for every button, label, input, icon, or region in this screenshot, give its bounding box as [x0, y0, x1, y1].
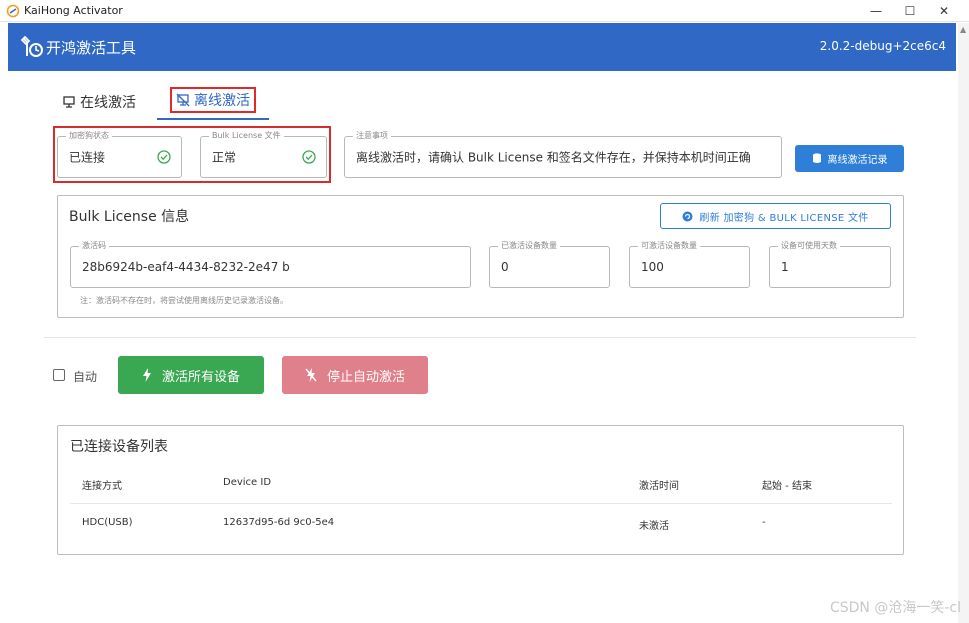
window-titlebar: KaiHong Activator — ☐ ✕ — [0, 0, 969, 22]
cell-device-id: 12637d95-6d 9c0-5e4 — [223, 517, 335, 528]
column-header-start-end: 起始 - 结束 — [762, 481, 812, 492]
cell-activation-time: 未激活 — [639, 521, 669, 532]
license-file-legend: Bulk License 文件 — [209, 130, 284, 141]
column-header-device-id: Device ID — [223, 477, 272, 488]
refresh-license-button[interactable]: 刷新 加密狗 & BULK LICENSE 文件 — [660, 203, 891, 229]
license-file-value: 正常 — [212, 150, 237, 165]
tab-offline-label: 离线激活 — [194, 93, 250, 109]
activated-count-field[interactable]: 已激活设备数量 0 — [489, 240, 610, 288]
activate-all-label: 激活所有设备 — [161, 369, 240, 385]
scroll-up-arrow-icon[interactable]: ▲ — [960, 25, 966, 34]
monitor-off-icon — [176, 93, 190, 107]
section-divider — [44, 337, 916, 338]
dongle-status-value: 已连接 — [69, 150, 106, 165]
version-label: 2.0.2-debug+2ce6c4 — [819, 39, 946, 53]
watermark-text: CSDN @沧海一笑-cl — [829, 600, 961, 616]
device-list-card: 已连接设备列表 连接方式 Device ID 激活时间 起始 - 结束 HDC(… — [57, 425, 904, 555]
activation-code-legend: 激活码 — [79, 240, 109, 251]
cell-start-end: - — [762, 517, 766, 528]
column-header-connection: 连接方式 — [82, 481, 122, 492]
active-tab-indicator — [157, 118, 269, 120]
app-logo-icon — [6, 4, 20, 18]
tab-offline-activation[interactable]: 离线激活 — [170, 87, 256, 113]
dongle-status-legend: 加密狗状态 — [66, 130, 112, 141]
table-header-divider — [70, 503, 892, 504]
activation-code-note: 注：激活码不存在时，将尝试使用离线历史记录激活设备。 — [80, 296, 288, 305]
monitor-icon — [63, 96, 75, 108]
cell-connection: HDC(USB) — [82, 517, 133, 528]
window-title: KaiHong Activator — [24, 4, 123, 17]
check-circle-icon — [157, 150, 171, 164]
tab-online-activation[interactable]: 在线激活 — [62, 88, 136, 116]
check-circle-icon — [302, 150, 316, 164]
usable-days-legend: 设备可使用天数 — [778, 240, 840, 251]
refresh-license-label: 刷新 加密狗 & BULK LICENSE 文件 — [699, 212, 869, 224]
app-title: 开鸿激活工具 — [46, 39, 137, 57]
usable-days-value: 1 — [781, 260, 789, 274]
license-info-card: Bulk License 信息 刷新 加密狗 & BULK LICENSE 文件… — [57, 195, 904, 318]
notice-text: 离线激活时，请确认 Bulk License 和签名文件存在，并保持本机时间正确 — [356, 150, 751, 165]
close-button[interactable]: ✕ — [927, 0, 961, 22]
activatable-count-legend: 可激活设备数量 — [638, 240, 700, 251]
notice-field: 注意事项 离线激活时，请确认 Bulk License 和签名文件存在，并保持本… — [344, 130, 782, 178]
auto-checkbox-label[interactable]: 自动 — [73, 368, 97, 385]
refresh-icon — [682, 211, 693, 221]
maximize-button[interactable]: ☐ — [893, 0, 927, 22]
activated-count-legend: 已激活设备数量 — [498, 240, 560, 251]
stop-auto-activation-label: 停止自动激活 — [326, 369, 405, 385]
column-header-activation-time: 激活时间 — [639, 481, 679, 492]
stop-auto-activation-button[interactable]: 停止自动激活 — [282, 356, 428, 394]
notice-legend: 注意事项 — [353, 130, 391, 141]
dongle-status-field: 加密狗状态 已连接 — [57, 130, 182, 178]
vertical-scrollbar[interactable]: ▲ — [958, 23, 969, 623]
database-icon — [812, 153, 821, 163]
usable-days-field[interactable]: 设备可使用天数 1 — [769, 240, 891, 288]
lightning-off-icon — [305, 368, 317, 382]
auto-checkbox[interactable] — [53, 369, 65, 381]
license-file-status-field: Bulk License 文件 正常 — [200, 130, 327, 178]
minimize-button[interactable]: — — [859, 0, 893, 22]
activation-code-value: 28b6924b-eaf4-4434-8232-2e47 b — [82, 260, 290, 274]
activatable-count-value: 100 — [641, 260, 664, 274]
wrench-clock-icon — [20, 35, 43, 57]
device-list-title: 已连接设备列表 — [70, 439, 168, 455]
activatable-count-field[interactable]: 可激活设备数量 100 — [629, 240, 750, 288]
activate-all-button[interactable]: 激活所有设备 — [118, 356, 264, 394]
tab-online-label: 在线激活 — [80, 95, 136, 111]
lightning-icon — [142, 368, 151, 382]
activation-code-field[interactable]: 激活码 28b6924b-eaf4-4434-8232-2e47 b — [70, 240, 471, 288]
activated-count-value: 0 — [501, 260, 509, 274]
offline-history-label: 离线激活记录 — [827, 155, 888, 166]
license-info-title: Bulk License 信息 — [69, 209, 190, 225]
app-header: 开鸿激活工具 2.0.2-debug+2ce6c4 — [8, 23, 956, 71]
offline-history-button[interactable]: 离线激活记录 — [795, 145, 904, 172]
